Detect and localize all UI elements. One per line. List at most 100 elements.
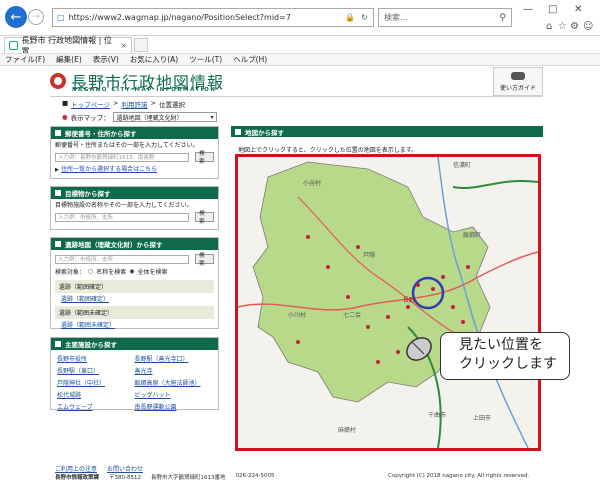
- ruins-search-button[interactable]: 検索: [195, 253, 214, 267]
- map-hint-text: 地図上でクリックすると、クリックした位置の地図を表示します。: [238, 147, 418, 154]
- new-tab-button[interactable]: [134, 38, 148, 52]
- region-map[interactable]: 小谷村 信濃町 飯綱町 小川村 長野 七二会 戸隠 上田市 千曲市 麻績村: [238, 157, 538, 448]
- place-marker: [296, 340, 300, 344]
- bullet-icon: [235, 128, 241, 135]
- bullet-icon: [55, 341, 61, 347]
- landmark-panel-header: 目標物から探す: [51, 187, 218, 199]
- place-marker: [431, 287, 435, 291]
- breadcrumb-current: 位置選択: [158, 101, 185, 109]
- place-marker: [451, 305, 455, 309]
- facility-link[interactable]: エムウェーブ: [57, 402, 135, 411]
- header-divider: [50, 96, 543, 97]
- map-label: 上田市: [473, 414, 491, 422]
- menu-file[interactable]: ファイル(F): [5, 54, 45, 65]
- facility-link[interactable]: 戸隠神社（中社）: [57, 378, 135, 387]
- search-icon[interactable]: ⚲: [499, 13, 511, 23]
- place-marker: [461, 320, 465, 324]
- map-selector: ● 表示マップ： 遺跡地図（埋蔵文化財） ▾: [62, 112, 217, 122]
- facility-link[interactable]: 善光寺: [135, 366, 213, 375]
- map-select-dropdown[interactable]: 遺跡地図（埋蔵文化財） ▾: [112, 112, 217, 122]
- radio-name-icon[interactable]: ○: [88, 268, 93, 275]
- footer-address-text: 長野市大字鶴賀緑町1613番地: [151, 475, 226, 481]
- menu-view[interactable]: 表示(V): [93, 54, 119, 65]
- postal-panel-header: 郵便番号・住所から探す: [51, 127, 218, 139]
- clickable-map[interactable]: 小谷村 信濃町 飯綱町 小川村 長野 七二会 戸隠 上田市 千曲市 麻績村: [235, 154, 541, 451]
- tab-close-icon[interactable]: ×: [120, 41, 127, 50]
- search-placeholder: 検索...: [384, 13, 408, 22]
- facility-link[interactable]: 松代城跡: [57, 390, 135, 399]
- place-marker: [356, 245, 360, 249]
- chevron-down-icon: ▾: [210, 113, 214, 121]
- city-emblem-icon: [50, 73, 66, 89]
- contact-link[interactable]: お問い合わせ: [107, 464, 143, 473]
- map-label: 小川村: [288, 311, 306, 319]
- place-marker: [441, 275, 445, 279]
- map-select-value: 遺跡地図（埋蔵文化財）: [116, 114, 183, 122]
- guide-icon: [511, 71, 525, 80]
- browser-tab[interactable]: 長野市 行政地図情報 | 位置... ×: [4, 36, 132, 56]
- list-item: 遺跡（範囲未確定）: [51, 319, 218, 330]
- ruins-group-unconfirmed: 遺跡（範囲未確定）: [55, 306, 214, 319]
- ruins-panel-header: 遺跡地図（埋蔵文化財）から探す: [51, 238, 218, 250]
- facility-link[interactable]: 長野駅（東口）: [57, 366, 135, 375]
- guide-label: 使い方ガイド: [499, 84, 536, 92]
- ruins-link-confirmed[interactable]: 遺跡（範囲確定）: [61, 296, 109, 303]
- smiley-icon[interactable]: ☺: [583, 21, 593, 32]
- menu-help[interactable]: ヘルプ(H): [233, 54, 267, 65]
- landmark-search-panel: 目標物から探す 目標物施設の名称やその一部を入力してください。 入力例：市役所、…: [50, 186, 219, 230]
- landmark-search-button[interactable]: 検索: [195, 211, 214, 225]
- settings-gear-icon[interactable]: ⚙: [570, 21, 579, 32]
- map-label: 麻績村: [338, 426, 356, 434]
- map-label: 戸隠: [363, 251, 375, 259]
- map-label: 小谷村: [303, 179, 321, 187]
- postal-search-button[interactable]: 検索: [195, 151, 214, 165]
- place-marker: [466, 265, 470, 269]
- back-icon[interactable]: ←: [5, 6, 27, 28]
- favorites-star-icon[interactable]: ☆: [558, 21, 567, 32]
- postal-input[interactable]: 入力例：長野市鶴賀緑町1613、南長野: [55, 152, 190, 162]
- map-selector-label: 表示マップ：: [70, 114, 110, 122]
- minimize-icon[interactable]: —: [523, 4, 533, 15]
- ruins-link-unconfirmed[interactable]: 遺跡（範囲未確定）: [61, 322, 115, 329]
- home-small-icon: ■: [62, 99, 69, 107]
- breadcrumb-top[interactable]: トップページ: [71, 99, 110, 109]
- close-icon[interactable]: ✕: [574, 4, 582, 15]
- map-label: 千曲市: [428, 411, 446, 419]
- landmark-input[interactable]: 入力例：市役所、支所: [55, 212, 190, 222]
- footer-org: 長野市情報政策課: [55, 475, 100, 481]
- breadcrumb-license[interactable]: 利用許諾: [121, 99, 147, 109]
- facility-link[interactable]: 南長野運動公園: [135, 402, 213, 411]
- usage-guide-button[interactable]: 使い方ガイド: [493, 67, 543, 96]
- bullet-icon: [55, 190, 61, 196]
- place-marker: [386, 315, 390, 319]
- place-marker: [416, 283, 420, 287]
- postal-panel-title: 郵便番号・住所から探す: [65, 130, 137, 138]
- lock-icon: 🔒: [345, 13, 356, 22]
- landmark-panel-title: 目標物から探す: [65, 190, 111, 198]
- terms-link[interactable]: ご利用上の注意: [55, 464, 97, 473]
- ruins-search-panel: 遺跡地図（埋蔵文化財）から探す 入力例：市役所、支所 検索 検索対象： ○ 名称を…: [50, 237, 219, 329]
- callout-line-1: 見たい位置を: [459, 337, 543, 353]
- postal-search-panel: 郵便番号・住所から探す 郵便番号・住所またはその一部を入力してください。 入力例…: [50, 126, 219, 179]
- ruins-input[interactable]: 入力例：市役所、支所: [55, 254, 190, 264]
- menu-tools[interactable]: ツール(T): [189, 54, 222, 65]
- home-icon[interactable]: ⌂: [546, 21, 552, 32]
- refresh-icon[interactable]: ↻: [361, 13, 368, 22]
- facility-link[interactable]: 長野市役所: [57, 354, 135, 363]
- menu-edit[interactable]: 編集(E): [56, 54, 82, 65]
- address-list-link[interactable]: 住所一覧から選択する場合はこちら: [61, 166, 157, 173]
- forward-icon[interactable]: →: [28, 9, 44, 25]
- address-bar[interactable]: ▢ https://www2.wagmap.jp/nagano/Position…: [52, 8, 374, 27]
- menu-favorites[interactable]: お気に入り(A): [130, 54, 178, 65]
- radio-name-label: 名称を検索: [96, 269, 127, 276]
- map-label: 長野: [403, 296, 415, 304]
- facility-link[interactable]: ビッグハット: [135, 390, 213, 399]
- facility-link[interactable]: 飯綱高原（大座法師池）: [135, 378, 213, 387]
- footer-copyright: Copyright (C) 2018 nagano city. All righ…: [388, 473, 530, 479]
- maximize-icon[interactable]: □: [548, 4, 557, 15]
- facility-link[interactable]: 長野駅（善光寺口）: [135, 354, 213, 363]
- radio-all-icon[interactable]: ◉: [129, 268, 134, 275]
- breadcrumb: ■ トップページ > 利用許諾 > 位置選択: [62, 99, 185, 109]
- browser-search-box[interactable]: 検索... ⚲: [378, 8, 512, 27]
- site-logo[interactable]: 長野市行政地図情報 NAGANO CITY MAP INFORMATION: [50, 69, 224, 93]
